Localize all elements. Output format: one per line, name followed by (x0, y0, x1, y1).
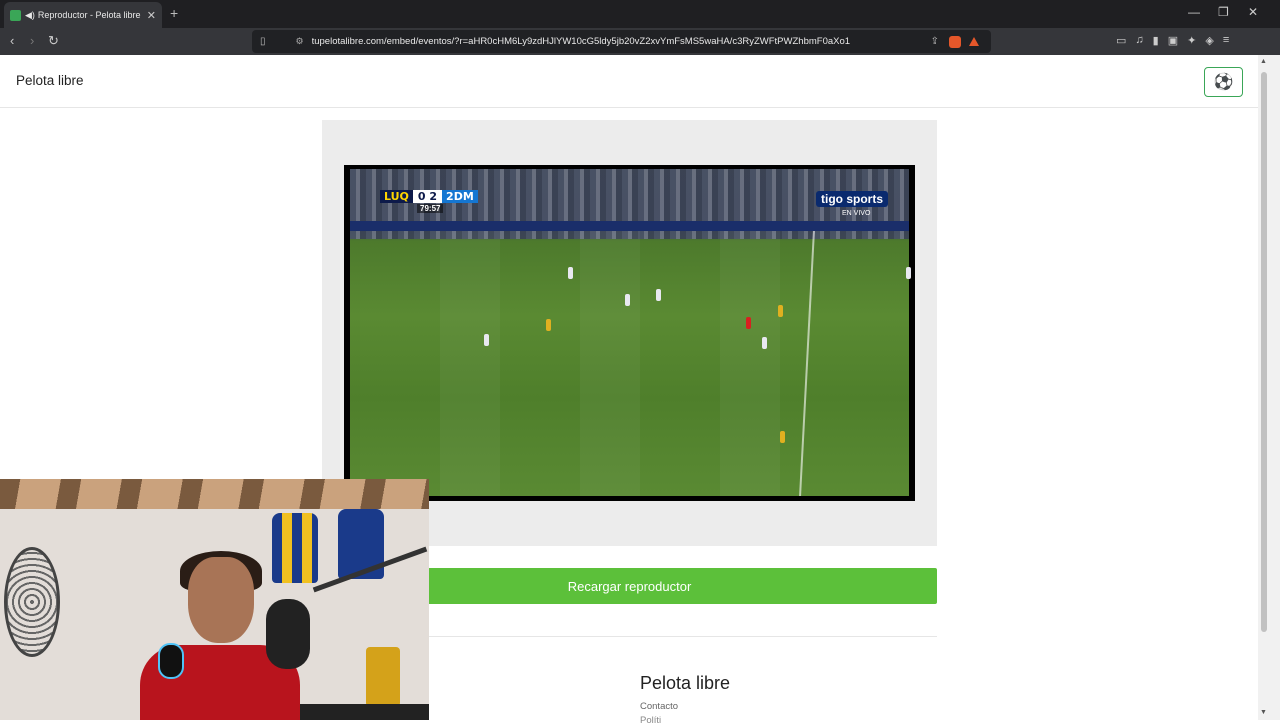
site-header: Pelota libre ⚽ (0, 55, 1258, 108)
site-info-icon[interactable]: ⚙ (296, 36, 304, 47)
audio-playing-icon[interactable]: ◀) (25, 10, 35, 21)
player-yellow (546, 319, 551, 331)
footer-title: Pelota libre (640, 673, 731, 693)
tab-close-button[interactable]: ✕ (147, 9, 156, 22)
close-window-icon[interactable]: ✕ (1248, 5, 1258, 19)
soccer-field-video-frame (350, 169, 911, 496)
restore-window-icon[interactable]: ❐ (1218, 5, 1229, 19)
scrollbar-thumb[interactable] (1261, 72, 1267, 632)
bookmark-icon[interactable]: ▯ (260, 36, 266, 47)
brave-rewards-icon[interactable] (969, 37, 979, 46)
player-white (656, 289, 661, 301)
brave-shields-icon[interactable] (949, 35, 961, 48)
soccer-ball-icon: ⚽ (1213, 74, 1234, 91)
player-yellow (778, 305, 783, 317)
broadcaster-logo: tigo sports (816, 191, 888, 207)
away-team: 2DM (442, 189, 478, 203)
vpn-icon[interactable]: ◈ (1205, 34, 1213, 47)
home-team: LUQ (380, 189, 413, 203)
scroll-up-icon[interactable]: ▲ (1260, 58, 1267, 65)
menu-icon[interactable]: ≡ (1223, 34, 1229, 47)
player-white (484, 334, 489, 346)
back-icon[interactable]: ‹ (10, 33, 14, 48)
footer-contact-link[interactable]: Contacto (640, 701, 678, 712)
reload-icon[interactable]: ↻ (48, 33, 59, 49)
site-favicon-icon (10, 9, 21, 21)
site-brand[interactable]: Pelota libre (16, 73, 84, 88)
player-white (906, 267, 911, 279)
scoreboard: LUQ 0 2 2DM (380, 189, 478, 203)
player-yellow (780, 431, 785, 443)
video-player[interactable]: LUQ 0 2 2DM 79:57 tigo sports EN VIVO (344, 165, 915, 501)
webcam-ceiling (0, 479, 429, 509)
sidebar-icon[interactable]: ▮ (1153, 34, 1159, 47)
new-tab-button[interactable]: + (170, 5, 178, 21)
scroll-down-icon[interactable]: ▼ (1260, 709, 1267, 716)
grass-stripe (720, 231, 780, 496)
microphone (266, 599, 310, 669)
keyboard (300, 704, 429, 720)
address-bar[interactable]: ▯ ⚙ tupelotalibre.com/embed/eventos/?r=a… (252, 30, 991, 53)
tab-title: Reproductor - Pelota libre (37, 10, 141, 20)
wall-fan (4, 547, 60, 657)
minimize-window-icon[interactable]: — (1188, 5, 1200, 19)
referee (746, 317, 751, 329)
reader-mode-icon[interactable]: ▭ (1116, 34, 1126, 47)
url-text[interactable]: tupelotalibre.com/embed/eventos/?r=aHR0c… (312, 36, 931, 47)
match-clock: 79:57 (417, 204, 444, 213)
grass-stripe (440, 231, 500, 496)
player-white (762, 337, 767, 349)
media-icon[interactable]: ♫ (1135, 34, 1143, 47)
wallet-icon[interactable]: ▣ (1168, 34, 1178, 47)
toolbar-actions: ▭ ♫ ▮ ▣ ✦ ◈ ≡ (1116, 34, 1229, 47)
drink-can (366, 647, 400, 707)
score: 0 2 (412, 189, 443, 203)
streamer-head (188, 557, 254, 643)
browser-tab-bar: ◀) Reproductor - Pelota libre ✕ + — ❐ ✕ (0, 0, 1280, 28)
soccer-ball-button[interactable]: ⚽ (1204, 67, 1243, 97)
grass-stripe (580, 231, 640, 496)
headphones (158, 643, 184, 679)
halfway-line (799, 231, 815, 496)
player-white (568, 267, 573, 279)
ad-boards (350, 221, 909, 231)
extensions-icon[interactable]: ✦ (1187, 34, 1196, 47)
footer-policy-link[interactable]: Políti (640, 715, 661, 726)
player-white (625, 294, 630, 306)
browser-tab[interactable]: ◀) Reproductor - Pelota libre ✕ (4, 2, 162, 28)
share-icon[interactable]: ⇪ (931, 36, 939, 47)
webcam-overlay (0, 479, 429, 720)
live-label: EN VIVO (842, 210, 871, 217)
forward-icon[interactable]: › (30, 33, 34, 48)
browser-toolbar: ‹ › ↻ ▯ ⚙ tupelotalibre.com/embed/evento… (0, 28, 1280, 55)
